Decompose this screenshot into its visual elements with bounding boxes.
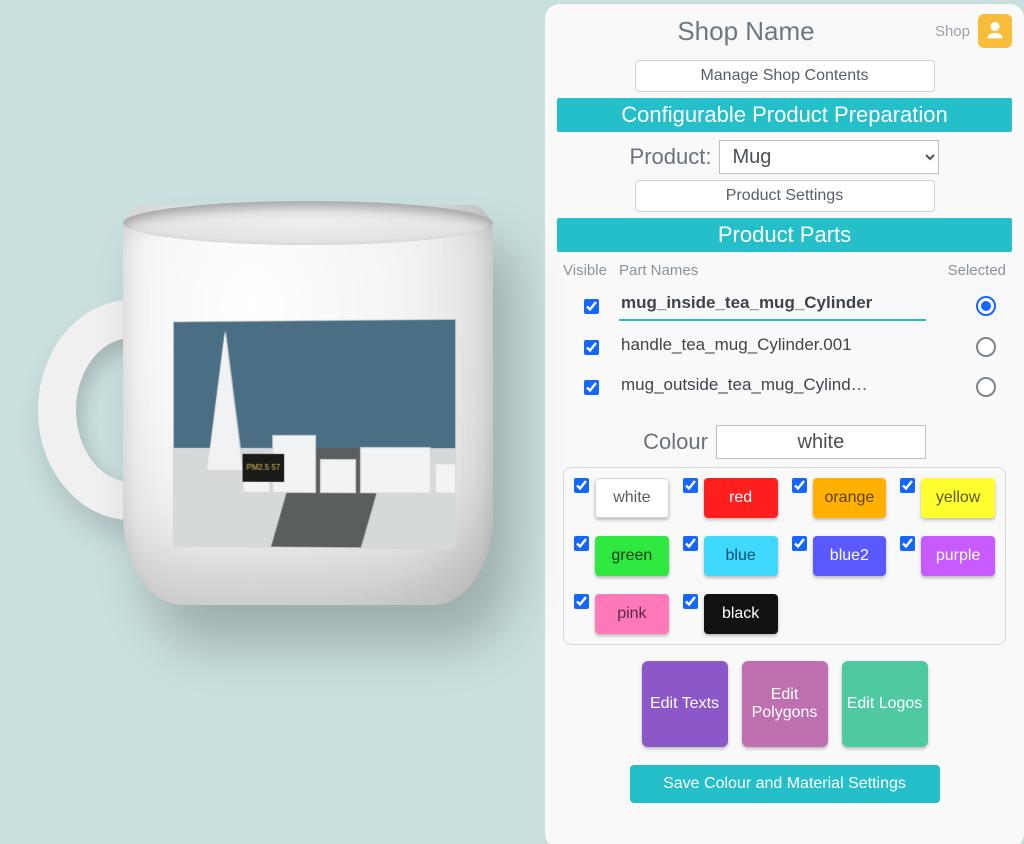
swatch-checkbox[interactable] <box>792 536 807 551</box>
avatar[interactable] <box>978 14 1012 48</box>
swatch-black[interactable]: black <box>704 594 778 634</box>
swatch-checkbox[interactable] <box>900 478 915 493</box>
part-selected-radio[interactable] <box>976 296 996 316</box>
swatch-checkbox[interactable] <box>683 536 698 551</box>
part-name[interactable]: mug_outside_tea_mug_Cylind… <box>619 373 926 401</box>
colour-swatches: white red orange yellow green blue blue2 purple… <box>563 467 1006 645</box>
parts-header-visible: Visible <box>563 262 619 279</box>
swatch-cell: yellow <box>900 478 995 518</box>
edit-buttons-row: Edit TextsEdit PolygonsEdit Logos <box>557 661 1012 747</box>
swatch-pink[interactable]: pink <box>595 594 669 634</box>
edit-button[interactable]: Edit Texts <box>642 661 728 747</box>
mug-illustration: PM2.5 57 <box>28 205 496 605</box>
swatch-cell: green <box>574 536 669 576</box>
swatch-checkbox[interactable] <box>574 536 589 551</box>
artwork-billboard: PM2.5 57 <box>243 454 285 482</box>
swatch-checkbox[interactable] <box>574 594 589 609</box>
swatch-checkbox[interactable] <box>574 478 589 493</box>
artwork-tower <box>207 331 242 470</box>
manage-shop-contents-button[interactable]: Manage Shop Contents <box>635 60 935 92</box>
part-selected-radio[interactable] <box>976 337 996 357</box>
swatch-red[interactable]: red <box>704 478 778 518</box>
swatch-checkbox[interactable] <box>683 594 698 609</box>
swatch-cell: orange <box>792 478 887 518</box>
shop-name-title: Shop Name <box>557 16 935 47</box>
user-icon <box>984 20 1006 42</box>
product-label: Product: <box>630 144 712 170</box>
colour-label: Colour <box>643 429 708 455</box>
swatch-cell: blue2 <box>792 536 887 576</box>
parts-header-names: Part Names <box>619 262 926 279</box>
product-settings-button[interactable]: Product Settings <box>635 180 935 212</box>
swatch-cell: black <box>683 594 778 634</box>
save-colour-material-button[interactable]: Save Colour and Material Settings <box>630 765 940 803</box>
swatch-cell: purple <box>900 536 995 576</box>
config-prep-bar: Configurable Product Preparation <box>557 98 1012 132</box>
mug-rim <box>123 201 493 245</box>
parts-header-selected: Selected <box>926 262 1006 279</box>
shop-link[interactable]: Shop <box>935 23 970 40</box>
swatch-yellow[interactable]: yellow <box>921 478 995 518</box>
colour-row: Colour <box>557 425 1012 459</box>
swatch-checkbox[interactable] <box>792 478 807 493</box>
panel-header: Shop Name Shop <box>557 14 1012 54</box>
part-row: mug_outside_tea_mug_Cylind… <box>557 367 1012 407</box>
swatch-checkbox[interactable] <box>900 536 915 551</box>
swatch-cell: pink <box>574 594 669 634</box>
swatch-cell: red <box>683 478 778 518</box>
part-row: mug_inside_tea_mug_Cylinder <box>557 285 1012 327</box>
colour-input[interactable] <box>716 425 926 459</box>
parts-table: Visible Part Names Selected mug_inside_t… <box>557 256 1012 407</box>
product-parts-bar: Product Parts <box>557 218 1012 252</box>
edit-button[interactable]: Edit Logos <box>842 661 928 747</box>
part-visible-checkbox[interactable] <box>584 380 599 395</box>
product-preview: PM2.5 57 <box>0 0 545 844</box>
swatch-cell: blue <box>683 536 778 576</box>
config-panel: Shop Name Shop Manage Shop Contents Conf… <box>545 4 1024 844</box>
part-row: handle_tea_mug_Cylinder.001 <box>557 327 1012 367</box>
swatch-purple[interactable]: purple <box>921 536 995 576</box>
product-select-row: Product: Mug <box>557 140 1012 174</box>
product-select[interactable]: Mug <box>719 140 939 174</box>
swatch-green[interactable]: green <box>595 536 669 576</box>
swatch-white[interactable]: white <box>595 478 669 518</box>
mug-print-artwork: PM2.5 57 <box>173 319 456 550</box>
swatch-cell: white <box>574 478 669 518</box>
part-selected-radio[interactable] <box>976 377 996 397</box>
swatch-checkbox[interactable] <box>683 478 698 493</box>
edit-button[interactable]: Edit Polygons <box>742 661 828 747</box>
parts-header-row: Visible Part Names Selected <box>557 256 1012 285</box>
swatch-orange[interactable]: orange <box>813 478 887 518</box>
swatch-blue[interactable]: blue <box>704 536 778 576</box>
part-visible-checkbox[interactable] <box>584 299 599 314</box>
swatch-blue2[interactable]: blue2 <box>813 536 887 576</box>
part-name[interactable]: handle_tea_mug_Cylinder.001 <box>619 333 926 361</box>
part-name[interactable]: mug_inside_tea_mug_Cylinder <box>619 291 926 321</box>
part-visible-checkbox[interactable] <box>584 340 599 355</box>
